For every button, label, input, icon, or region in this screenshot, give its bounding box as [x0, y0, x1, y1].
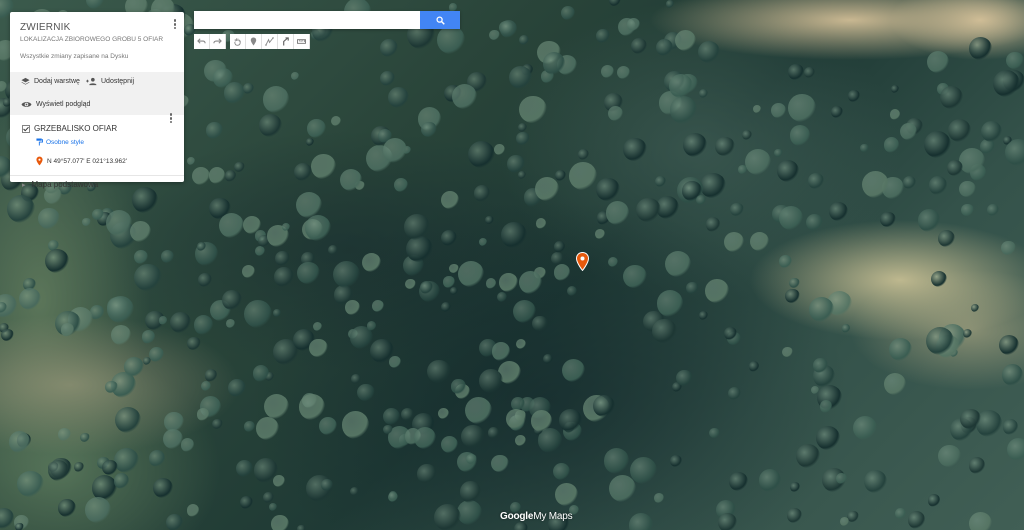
add-directions-button[interactable]: [278, 34, 294, 49]
google-my-maps-logo: GoogleMy Maps: [500, 511, 573, 522]
marker-icon: [250, 37, 257, 46]
select-tool-button[interactable]: [230, 34, 246, 49]
draw-line-icon: [265, 37, 274, 46]
preview-label: Wyświetl podgląd: [36, 101, 91, 108]
add-layer-button[interactable]: Dodaj warstwę: [21, 77, 80, 86]
base-map-item[interactable]: ▸ Mapa podstawowa: [22, 180, 98, 189]
map-toolbar: [194, 34, 310, 49]
search-button[interactable]: [420, 11, 460, 29]
undo-icon: [197, 38, 206, 44]
search-box: [194, 11, 460, 29]
map-description[interactable]: LOKALIZACJA ZBIOROWEGO GROBU 5 OFIAR: [20, 36, 163, 43]
directions-icon: [283, 37, 289, 46]
place-list-item[interactable]: N 49°57.077' E 021°13.962': [36, 156, 127, 166]
layer-options-more-vert-icon[interactable]: [166, 112, 176, 126]
redo-button[interactable]: [210, 34, 226, 49]
logo-mymaps: My Maps: [533, 511, 573, 522]
map-options-more-vert-icon[interactable]: [170, 18, 180, 32]
redo-icon: [213, 38, 222, 44]
undo-button[interactable]: [194, 34, 210, 49]
map-actions: Dodaj warstwę Udostępnij Wyświetl podglą…: [10, 72, 184, 115]
draw-line-button[interactable]: [262, 34, 278, 49]
chevron-right-icon[interactable]: ▸: [22, 181, 26, 189]
preview-button[interactable]: Wyświetl podgląd: [21, 100, 90, 109]
search-input[interactable]: [194, 11, 420, 29]
individual-styles-label: Osobne style: [46, 138, 84, 146]
place-pin-icon: [36, 156, 43, 166]
base-map-label: Mapa podstawowa: [31, 180, 99, 189]
add-marker-button[interactable]: [246, 34, 262, 49]
panel-divider: [10, 175, 184, 176]
layer-visibility-checkbox[interactable]: [22, 125, 30, 133]
save-status: Wszystkie zmiany zapisane na Dysku: [20, 53, 129, 60]
logo-google: Google: [500, 511, 534, 522]
map-panel: ZWIERNIK LOKALIZACJA ZBIOROWEGO GROBU 5 …: [10, 12, 184, 189]
share-button[interactable]: Udostępnij: [86, 77, 134, 86]
individual-styles-link[interactable]: Osobne style: [36, 138, 84, 146]
layers-icon: [21, 77, 30, 85]
person-add-icon: [86, 77, 97, 86]
add-layer-label: Dodaj warstwę: [34, 78, 80, 85]
place-coordinates: N 49°57.077' E 021°13.962': [47, 157, 127, 165]
hand-icon: [234, 38, 241, 46]
search-icon: [435, 15, 445, 25]
paint-roller-icon: [36, 138, 43, 146]
layer-title[interactable]: GRZEBALISKO OFIAR: [34, 124, 117, 133]
ruler-icon: [297, 39, 306, 44]
measure-button[interactable]: [294, 34, 310, 49]
place-marker-icon[interactable]: [575, 251, 590, 272]
eye-icon: [21, 102, 32, 107]
share-label: Udostępnij: [101, 78, 135, 85]
map-title[interactable]: ZWIERNIK: [20, 22, 71, 33]
